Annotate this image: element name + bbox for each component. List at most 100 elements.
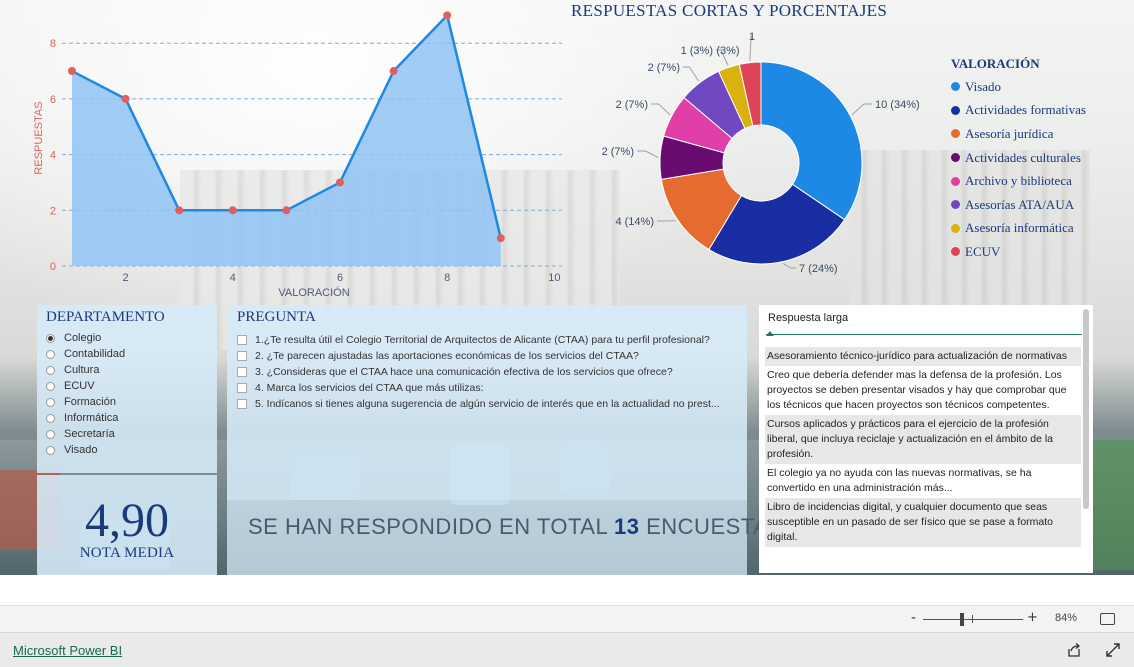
answers-scrollbar[interactable]: [1083, 309, 1089, 509]
legend-item[interactable]: Asesoría informática: [951, 217, 1086, 241]
zoom-in-button[interactable]: +: [1027, 610, 1038, 625]
total-surveys-card: SE HAN RESPONDIDO EN TOTAL 13 ENCUESTAS: [227, 500, 783, 575]
data-point[interactable]: [175, 206, 184, 215]
radio-button-icon[interactable]: [46, 381, 55, 391]
legend-label: Asesoría jurídica: [965, 125, 1054, 141]
question-option[interactable]: 5. Indícanos si tienes alguna sugerencia…: [237, 396, 747, 412]
table-row[interactable]: Asesoramiento técnico-jurídico para actu…: [765, 347, 1081, 366]
data-point[interactable]: [443, 11, 452, 20]
donut-data-label: 10 (34%): [875, 99, 920, 111]
long-answers-table[interactable]: Respuesta larga Asesoramiento técnico-ju…: [759, 305, 1093, 573]
question-option[interactable]: 2. ¿Te parecen ajustadas las aportacione…: [237, 348, 747, 364]
department-options: Colegio Contabilidad Cultura ECUV Formación I…: [46, 330, 217, 458]
area-chart[interactable]: 0 2 4 6 8 2 4 6 8 10 RESPUESTAS VALORACIÓN: [0, 0, 580, 305]
donut-data-label: 1 (3%): [681, 45, 713, 57]
legend-item[interactable]: Actividades culturales: [951, 146, 1086, 170]
donut-slice[interactable]: [760, 61, 863, 221]
radio-button-icon[interactable]: [46, 429, 55, 439]
zoom-slider-thumb[interactable]: [960, 613, 964, 626]
radio-button-icon[interactable]: [46, 397, 55, 407]
legend-item[interactable]: Asesoría jurídica: [951, 122, 1086, 146]
donut-chart[interactable]: 10 (34%) 7 (24%) 4 (14%) 2 (7%) 2 (7%) 2 (7%)…: [570, 0, 950, 305]
donut-data-label: 2 (7%): [616, 99, 648, 111]
kpi-card: 4,90 NOTA MEDIA: [37, 475, 217, 575]
data-point[interactable]: [282, 206, 291, 215]
y-axis-label: RESPUESTAS: [33, 101, 45, 174]
legend-label: Actividades culturales: [965, 149, 1081, 165]
radio-button-icon[interactable]: [46, 413, 55, 423]
leader-line: [637, 150, 659, 158]
x-tick-label: 10: [548, 272, 560, 284]
department-option-label: ECUV: [64, 380, 95, 392]
kpi-label: NOTA MEDIA: [79, 545, 175, 561]
zoom-slider-track[interactable]: [923, 619, 1023, 620]
answers-header-label: Respuesta larga: [768, 312, 849, 324]
legend-dot-icon: [951, 153, 960, 163]
radio-button-icon[interactable]: [46, 445, 55, 455]
question-option[interactable]: 1.¿Te resulta útil el Colegio Territoria…: [237, 332, 747, 348]
checkbox-icon[interactable]: [237, 399, 247, 409]
department-option[interactable]: Visado: [46, 442, 217, 458]
sort-arrow-icon: [766, 331, 774, 336]
legend-title: VALORACIÓN: [951, 56, 1040, 71]
department-option[interactable]: Cultura: [46, 362, 217, 378]
department-option[interactable]: Formación: [46, 394, 217, 410]
x-tick-label: 4: [230, 272, 236, 284]
question-option[interactable]: 3. ¿Consideras que el CTAA hace una comu…: [237, 364, 747, 380]
data-point[interactable]: [389, 67, 398, 76]
department-option-label: Informática: [64, 412, 119, 424]
zoom-out-button[interactable]: -: [911, 610, 916, 626]
checkbox-icon[interactable]: [237, 383, 247, 393]
department-option[interactable]: Informática: [46, 410, 217, 426]
share-icon[interactable]: [1066, 642, 1082, 658]
legend-item[interactable]: Actividades formativas: [951, 99, 1086, 123]
total-surveys-text: SE HAN RESPONDIDO EN TOTAL 13 ENCUESTAS: [248, 514, 783, 540]
checkbox-icon[interactable]: [237, 335, 247, 345]
department-option[interactable]: Secretaría: [46, 426, 217, 442]
fit-to-page-icon[interactable]: [1100, 613, 1115, 625]
leader-line: [683, 66, 700, 82]
data-point[interactable]: [68, 67, 76, 76]
legend-item[interactable]: Visado: [951, 75, 1086, 99]
department-option[interactable]: ECUV: [46, 378, 217, 394]
answers-column-header[interactable]: Respuesta larga: [766, 311, 1082, 336]
question-slicer-title: PREGUNTA: [237, 309, 316, 325]
total-prefix: SE HAN RESPONDIDO EN TOTAL: [248, 514, 608, 539]
question-option-label: 4. Marca los servicios del CTAA que más …: [255, 382, 484, 394]
y-axis-ticks: 0 2 4 6 8: [50, 38, 56, 273]
data-point[interactable]: [228, 206, 237, 215]
legend-item[interactable]: Archivo y biblioteca: [951, 169, 1086, 193]
radio-button-icon[interactable]: [46, 349, 55, 359]
donut-data-label: 1: [749, 31, 755, 43]
department-option[interactable]: Contabilidad: [46, 346, 217, 362]
department-option[interactable]: Colegio: [46, 330, 217, 346]
department-option-label: Secretaría: [64, 428, 115, 440]
leader-line: [851, 103, 872, 116]
table-row[interactable]: Libro de incidencias digital, y cualquie…: [765, 498, 1081, 547]
x-axis-ticks: 2 4 6 8 10: [123, 272, 561, 284]
answers-rows: Asesoramiento técnico-jurídico para actu…: [765, 347, 1081, 547]
table-row[interactable]: Creo que debería defender mas la defensa…: [765, 366, 1081, 415]
donut-data-label: 7 (24%): [799, 263, 838, 275]
donut-data-label: 2 (7%): [648, 62, 680, 74]
radio-button-icon[interactable]: [46, 365, 55, 375]
department-slicer: DEPARTAMENTO Colegio Contabilidad Cultura E…: [37, 305, 217, 473]
power-bi-link[interactable]: Microsoft Power BI: [13, 643, 122, 658]
legend-item[interactable]: ECUV: [951, 240, 1086, 264]
question-options: 1.¿Te resulta útil el Colegio Territoria…: [237, 332, 747, 412]
table-row[interactable]: Cursos aplicados y prácticos para el eje…: [765, 415, 1081, 464]
legend-item[interactable]: Asesorías ATA/AUA: [951, 193, 1086, 217]
legend-label: Asesorías ATA/AUA: [965, 196, 1075, 212]
data-point[interactable]: [336, 178, 344, 187]
data-point[interactable]: [496, 234, 505, 243]
y-tick-label: 0: [50, 261, 56, 273]
radio-button-icon[interactable]: [46, 333, 55, 343]
checkbox-icon[interactable]: [237, 367, 247, 377]
table-row[interactable]: El colegio ya no ayuda con las nuevas no…: [765, 464, 1081, 498]
y-tick-label: 8: [50, 38, 56, 50]
question-option[interactable]: 4. Marca los servicios del CTAA que más …: [237, 380, 747, 396]
checkbox-icon[interactable]: [237, 351, 247, 361]
data-point[interactable]: [121, 94, 130, 103]
legend-label: ECUV: [965, 243, 1001, 259]
fullscreen-icon[interactable]: [1105, 642, 1121, 658]
